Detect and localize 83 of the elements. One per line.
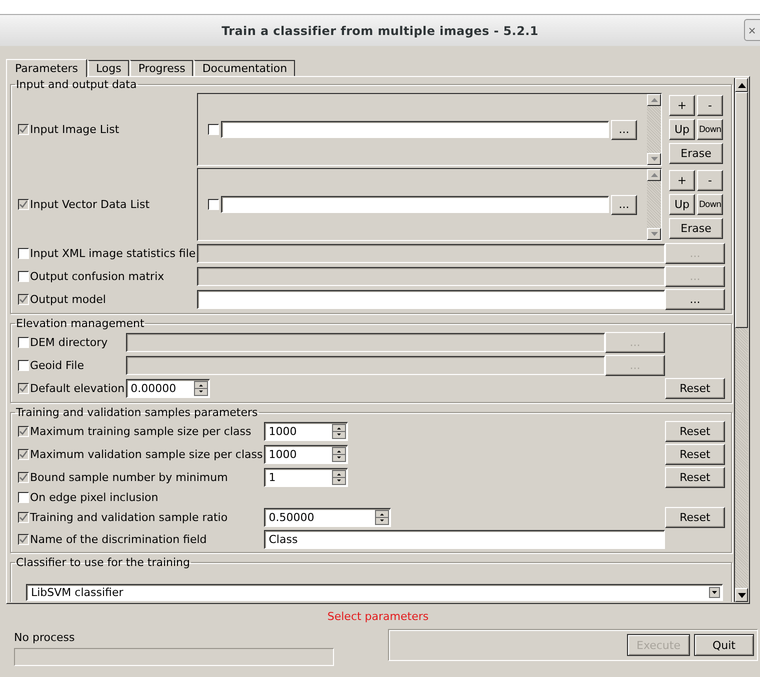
- field-label: Output confusion matrix: [30, 270, 164, 283]
- checkbox[interactable]: [18, 124, 29, 135]
- input-field[interactable]: [196, 244, 665, 263]
- field-label: Input Vector Data List: [30, 198, 150, 211]
- spin-arrows-icon[interactable]: [332, 470, 346, 485]
- tab[interactable]: Progress: [130, 60, 194, 76]
- number-field[interactable]: 0.00000: [126, 379, 210, 398]
- number-field[interactable]: 1: [264, 468, 348, 487]
- field-label: Maximum training sample size per class: [30, 425, 252, 438]
- checkbox[interactable]: [18, 294, 29, 305]
- browse-button[interactable]: ...: [611, 120, 637, 140]
- input-field[interactable]: [220, 121, 609, 138]
- input-field[interactable]: [126, 356, 605, 375]
- number-field[interactable]: 0.50000: [264, 508, 391, 527]
- list-button[interactable]: -: [697, 170, 723, 191]
- checkbox[interactable]: [18, 426, 29, 437]
- input-field[interactable]: [220, 196, 609, 213]
- scrollbar[interactable]: [734, 78, 748, 602]
- list-button[interactable]: +: [669, 170, 695, 191]
- input-field[interactable]: [196, 290, 665, 309]
- checkbox[interactable]: [208, 124, 219, 135]
- checkbox[interactable]: [18, 449, 29, 460]
- checkbox[interactable]: [18, 383, 29, 394]
- field-label: Geoid File: [30, 359, 84, 372]
- checkbox[interactable]: [18, 492, 29, 503]
- dropdown[interactable]: LibSVM classifier: [26, 584, 723, 601]
- spin-arrows-icon[interactable]: [194, 381, 208, 396]
- reset-button[interactable]: Reset: [665, 507, 725, 528]
- spin-arrows-icon[interactable]: [332, 424, 346, 439]
- field-label: DEM directory: [30, 336, 108, 349]
- reset-button[interactable]: Reset: [665, 444, 725, 465]
- window-title: Train a classifier from multiple images - 5.2.1: [222, 24, 538, 38]
- field-label: Input XML image statistics file: [30, 247, 196, 260]
- checkbox[interactable]: [18, 337, 29, 348]
- status-message: Select parameters: [326, 609, 430, 625]
- up-arrow-icon[interactable]: [738, 82, 746, 88]
- list-button[interactable]: Erase: [669, 143, 723, 164]
- tab[interactable]: Documentation: [194, 60, 296, 76]
- list-button[interactable]: Down: [697, 194, 723, 215]
- browse-button[interactable]: ...: [665, 289, 725, 310]
- group-title: Elevation management: [15, 317, 146, 330]
- group-title: Training and validation samples parameters: [15, 406, 259, 419]
- field-label: Output model: [30, 293, 106, 306]
- field-label: On edge pixel inclusion: [30, 491, 158, 504]
- input-field[interactable]: [196, 267, 665, 286]
- reset-button[interactable]: Reset: [665, 421, 725, 442]
- list-button[interactable]: -: [697, 95, 723, 116]
- list-button[interactable]: Erase: [669, 218, 723, 239]
- reset-button[interactable]: Reset: [665, 467, 725, 488]
- text-field[interactable]: Class: [264, 530, 665, 549]
- browse-button[interactable]: ...: [611, 194, 637, 214]
- checkbox[interactable]: [18, 472, 29, 483]
- group-title: Input and output data: [15, 78, 138, 91]
- checkbox[interactable]: [18, 248, 29, 259]
- number-field[interactable]: 1000: [264, 422, 348, 441]
- field-label: Default elevation: [30, 382, 125, 395]
- down-arrow-icon[interactable]: [738, 592, 746, 598]
- field-label: Bound sample number by minimum: [30, 471, 228, 484]
- group-title: Classifier to use for the training: [15, 556, 192, 569]
- number-field[interactable]: 1000: [264, 445, 348, 464]
- field-label: Training and validation sample ratio: [30, 511, 228, 524]
- list-button[interactable]: Up: [669, 119, 695, 140]
- close-button[interactable]: ×: [744, 19, 760, 41]
- quit-button[interactable]: Quit: [694, 634, 754, 656]
- reset-button[interactable]: Reset: [665, 378, 725, 399]
- spin-arrows-icon[interactable]: [374, 510, 389, 525]
- progress-label: No process: [14, 631, 76, 644]
- checkbox[interactable]: [18, 534, 29, 545]
- checkbox[interactable]: [208, 199, 219, 210]
- tab[interactable]: Parameters: [6, 59, 87, 77]
- tab[interactable]: Logs: [88, 60, 130, 76]
- checkbox[interactable]: [18, 199, 29, 210]
- field-label: Maximum validation sample size per class: [30, 448, 263, 461]
- list-button[interactable]: Up: [669, 194, 695, 215]
- checkbox[interactable]: [18, 271, 29, 282]
- list-button[interactable]: +: [669, 95, 695, 116]
- list-button[interactable]: Down: [697, 119, 723, 140]
- field-label: Name of the discrimination field: [30, 533, 207, 546]
- field-label: Input Image List: [30, 123, 120, 136]
- spin-arrows-icon[interactable]: [332, 447, 346, 462]
- checkbox[interactable]: [18, 512, 29, 523]
- input-field[interactable]: [126, 333, 605, 352]
- checkbox[interactable]: [18, 360, 29, 371]
